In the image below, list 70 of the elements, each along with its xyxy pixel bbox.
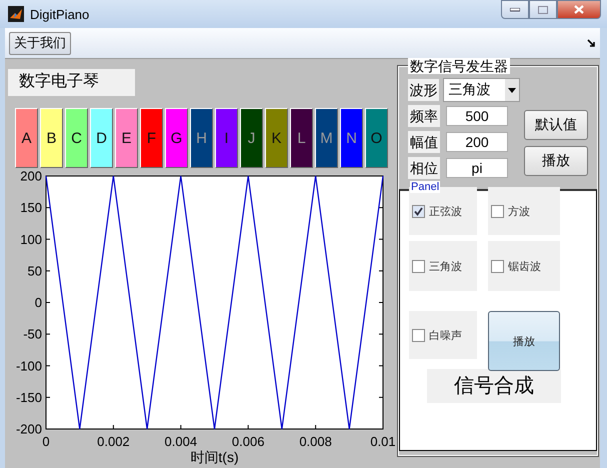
option-label: 方波: [508, 204, 530, 218]
app-logo-icon: [8, 6, 24, 22]
x-tick-label: 0.01: [370, 434, 396, 449]
action-button[interactable]: 默认值: [524, 110, 588, 140]
minimize-button[interactable]: [501, 0, 529, 19]
panel-title: Panel: [410, 181, 440, 193]
piano-key[interactable]: M: [315, 108, 338, 168]
app-title: 数字电子琴: [8, 69, 135, 96]
y-tick-label: -50: [23, 326, 42, 342]
checkbox-option[interactable]: 白噪声: [409, 311, 477, 359]
input-field[interactable]: 200: [446, 132, 508, 152]
option-label: 锯齿波: [508, 260, 541, 274]
checkbox-option[interactable]: 方波: [488, 187, 560, 235]
checkbox-option[interactable]: 三角波: [409, 241, 477, 291]
window-title: DigitPiano: [30, 6, 90, 22]
checkbox-option[interactable]: 锯齿波: [488, 241, 560, 291]
field-label: 幅值: [408, 131, 440, 153]
y-tick-label: -200: [16, 422, 42, 436]
piano-key[interactable]: L: [290, 108, 313, 168]
check-icon: [414, 206, 423, 216]
y-tick-label: 200: [20, 168, 42, 184]
checkbox[interactable]: [412, 204, 425, 218]
field-label: 相位: [408, 157, 440, 179]
dock-arrow-icon[interactable]: [587, 38, 596, 48]
dropdown-arrow-icon: [508, 88, 516, 92]
y-tick-label: -100: [16, 358, 42, 374]
maximize-icon: [538, 6, 548, 14]
option-label: 白噪声: [429, 328, 462, 342]
option-label: 正弦波: [429, 204, 462, 218]
piano-key[interactable]: K: [265, 108, 288, 168]
y-tick-label: 150: [20, 200, 42, 216]
waveform-dropdown[interactable]: 三角波: [443, 78, 520, 102]
piano-key[interactable]: H: [190, 108, 213, 168]
close-button[interactable]: [557, 0, 601, 19]
toolbar-button[interactable]: 关于我们: [9, 32, 71, 54]
close-icon: [574, 5, 584, 14]
action-button[interactable]: 播放: [524, 146, 588, 176]
play-button[interactable]: 播放: [488, 311, 560, 371]
piano-key[interactable]: G: [165, 108, 188, 168]
input-field[interactable]: pi: [446, 158, 508, 178]
piano-key[interactable]: E: [115, 108, 138, 168]
piano-key[interactable]: F: [140, 108, 163, 168]
piano-key[interactable]: O: [365, 108, 388, 168]
synthesis-label: 信号合成: [427, 369, 561, 403]
field-label: 频率: [408, 105, 440, 127]
group-title: 数字信号发生器: [408, 58, 510, 74]
input-field[interactable]: 500: [446, 106, 508, 126]
waveform-label: 波形: [408, 79, 440, 101]
checkbox[interactable]: [412, 260, 425, 272]
minimize-icon: [510, 8, 520, 12]
piano-key[interactable]: C: [65, 108, 88, 168]
y-tick-label: 0: [34, 295, 42, 310]
y-tick-label: 50: [28, 263, 42, 278]
checkbox[interactable]: [412, 328, 425, 342]
x-tick-label: 0.002: [97, 434, 130, 449]
piano-key[interactable]: J: [240, 108, 263, 168]
x-axis-label: 时间t(s): [190, 449, 239, 465]
x-tick-label: 0: [42, 434, 50, 449]
piano-key[interactable]: A: [15, 108, 38, 168]
piano-key[interactable]: B: [40, 108, 63, 168]
maximize-button[interactable]: [529, 0, 557, 19]
x-tick-label: 0.006: [232, 434, 264, 449]
checkbox[interactable]: [491, 260, 504, 272]
piano-key[interactable]: D: [90, 108, 113, 168]
x-tick-label: 0.004: [164, 434, 198, 449]
option-label: 三角波: [429, 260, 462, 274]
checkbox[interactable]: [491, 204, 504, 218]
x-tick-label: 0.008: [299, 434, 332, 449]
y-tick-label: 100: [20, 232, 42, 247]
y-tick-label: -150: [16, 390, 42, 405]
